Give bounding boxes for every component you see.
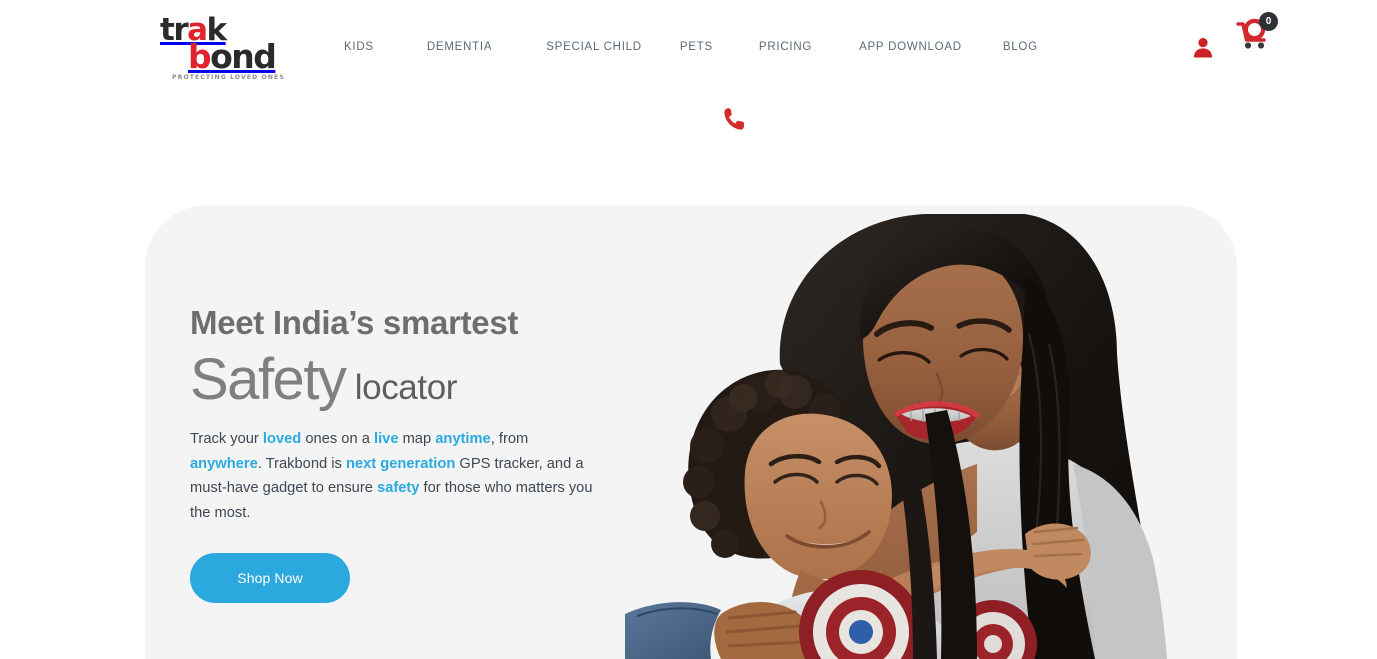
- nav-item-blog[interactable]: BLOG: [1003, 41, 1038, 53]
- hero-title-line2: Safety locator: [190, 351, 640, 409]
- para-h1: loved: [262, 431, 302, 448]
- logo-text-b: b: [188, 37, 212, 77]
- site-header: trak bond PROTECTING LOVED ONES KIDS DEM…: [0, 0, 1377, 130]
- shop-now-button[interactable]: Shop Now: [190, 553, 350, 604]
- site-logo[interactable]: trak bond PROTECTING LOVED ONES: [158, 15, 288, 82]
- para-t5: . Trakbond is: [257, 455, 346, 472]
- shopping-cart-icon[interactable]: 0: [1234, 12, 1278, 56]
- para-h6: safety: [376, 480, 420, 497]
- para-t2: ones on a: [301, 431, 374, 448]
- logo-tagline: PROTECTING LOVED ONES: [172, 74, 285, 81]
- page-root: trak bond PROTECTING LOVED ONES KIDS DEM…: [0, 0, 1377, 659]
- hero-paragraph: Track your loved ones on a live map anyt…: [190, 427, 600, 525]
- hero-section: Meet India’s smartest Safety locator Tra…: [145, 205, 1237, 659]
- logo-text-tr: tr: [160, 12, 189, 48]
- hero-title-line1: Meet India’s smartest: [190, 304, 519, 341]
- user-icon[interactable]: [1192, 36, 1214, 58]
- main-navigation: KIDS DEMENTIA SPECIAL CHILD PETS PRICING…: [344, 41, 1038, 53]
- nav-item-kids[interactable]: KIDS: [344, 41, 374, 53]
- para-h2: live: [373, 431, 399, 448]
- cart-count-badge: 0: [1259, 12, 1278, 31]
- nav-item-app-download[interactable]: APP DOWNLOAD: [859, 41, 962, 53]
- nav-item-pets[interactable]: PETS: [680, 41, 713, 53]
- para-h5: next generation: [345, 455, 456, 472]
- hero-copy: Meet India’s smartest Safety locator Tra…: [190, 304, 640, 604]
- header-actions: 0: [1192, 8, 1278, 58]
- hero-title-highlight: Safety: [190, 347, 347, 413]
- nav-item-dementia[interactable]: DEMENTIA: [427, 41, 492, 53]
- hero-title-rest: locator: [345, 368, 458, 408]
- nav-item-special-child[interactable]: SPECIAL CHILD: [546, 41, 642, 53]
- para-t4: , from: [490, 431, 529, 448]
- para-h4: anywhere: [190, 455, 258, 472]
- phone-icon[interactable]: [722, 106, 746, 132]
- para-t3: map: [398, 431, 436, 448]
- para-t1: Track your: [190, 431, 263, 448]
- hero-photo: [625, 214, 1237, 659]
- para-h3: anytime: [435, 431, 491, 448]
- nav-item-pricing[interactable]: PRICING: [759, 41, 812, 53]
- logo-text-ond: ond: [210, 37, 277, 77]
